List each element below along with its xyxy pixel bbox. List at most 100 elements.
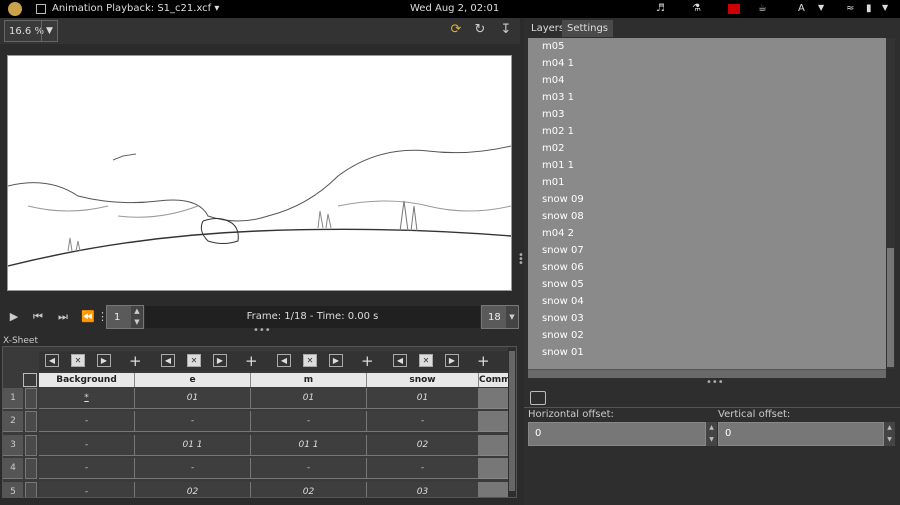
row-selector[interactable]: [25, 482, 37, 497]
xsheet-cell[interactable]: -: [367, 411, 479, 432]
xsheet-menu-icon[interactable]: [23, 373, 37, 387]
add-column-icon[interactable]: +: [245, 351, 258, 371]
list-item[interactable]: snow 05: [528, 276, 886, 293]
horizontal-offset-input[interactable]: 0: [528, 422, 706, 446]
list-item[interactable]: m03: [528, 106, 886, 123]
current-frame-spinner[interactable]: 1 ▲ ▼: [106, 305, 144, 329]
next-layer-icon[interactable]: ▶: [445, 354, 459, 367]
comment-cell[interactable]: [479, 411, 509, 432]
chevron-down-icon[interactable]: ▼: [506, 306, 518, 328]
next-layer-icon[interactable]: ▶: [213, 354, 227, 367]
xsheet-cell[interactable]: 02: [251, 482, 367, 497]
row-number[interactable]: 1: [3, 388, 23, 409]
preview-canvas[interactable]: [7, 55, 512, 291]
list-item[interactable]: snow 08: [528, 208, 886, 225]
list-item[interactable]: m02: [528, 140, 886, 157]
xsheet-cell[interactable]: 01: [367, 388, 479, 409]
vertical-offset-stepper[interactable]: ▲ ▼: [884, 422, 895, 446]
row-number[interactable]: 4: [3, 458, 23, 479]
clear-column-icon[interactable]: ✕: [419, 354, 433, 367]
xsheet-cell[interactable]: -: [39, 458, 135, 479]
wifi-icon[interactable]: ≈: [846, 3, 854, 14]
column-header-e[interactable]: e: [135, 373, 251, 387]
list-item[interactable]: m04 1: [528, 55, 886, 72]
clear-column-icon[interactable]: ✕: [71, 354, 85, 367]
comment-cell[interactable]: [479, 458, 509, 479]
list-item[interactable]: snow 01: [528, 344, 886, 361]
row-number[interactable]: 2: [3, 411, 23, 432]
xsheet-cell[interactable]: *: [39, 388, 135, 409]
prev-layer-icon[interactable]: ◀: [277, 354, 291, 367]
clear-column-icon[interactable]: ✕: [303, 354, 317, 367]
splitter-handle-icon[interactable]: •••: [253, 326, 271, 336]
xsheet-cell[interactable]: -: [39, 411, 135, 432]
network-status-icon[interactable]: ⚗: [692, 3, 701, 14]
xsheet-cell[interactable]: -: [39, 435, 135, 456]
xsheet-cell[interactable]: -: [135, 458, 251, 479]
list-item[interactable]: m02 1: [528, 123, 886, 140]
scrollbar-thumb[interactable]: [509, 351, 515, 491]
row-selector[interactable]: [25, 388, 37, 409]
xsheet-cell[interactable]: -: [39, 482, 135, 497]
row-number[interactable]: 3: [3, 435, 23, 456]
skip-to-start-icon[interactable]: ⏮: [29, 309, 47, 325]
row-selector[interactable]: [25, 411, 37, 432]
xsheet-cell[interactable]: 01 1: [135, 435, 251, 456]
rewind-icon[interactable]: ⏪: [79, 309, 97, 325]
row-selector[interactable]: [25, 435, 37, 456]
list-item[interactable]: m04: [528, 72, 886, 89]
reload-icon[interactable]: ↻: [472, 22, 488, 38]
activities-logo-icon[interactable]: [8, 2, 22, 16]
row-selector[interactable]: [25, 458, 37, 479]
xsheet-cell[interactable]: -: [135, 411, 251, 432]
app-menu-icon[interactable]: [36, 4, 46, 14]
vertical-offset-input[interactable]: 0: [718, 422, 884, 446]
column-header-m[interactable]: m: [251, 373, 367, 387]
alert-icon[interactable]: [728, 4, 740, 14]
zoom-combo[interactable]: 16.6 % ▼: [4, 20, 58, 42]
prev-layer-icon[interactable]: ◀: [161, 354, 175, 367]
add-column-icon[interactable]: +: [361, 351, 374, 371]
list-item[interactable]: m01 1: [528, 157, 886, 174]
end-frame-value[interactable]: 18: [488, 312, 501, 323]
add-column-icon[interactable]: +: [129, 351, 142, 371]
horizontal-offset-stepper[interactable]: ▲ ▼: [706, 422, 717, 446]
xsheet-cell[interactable]: 01: [135, 388, 251, 409]
export-icon[interactable]: ↧: [498, 22, 514, 38]
more-options-icon[interactable]: ⋮: [97, 309, 108, 325]
keyboard-layout[interactable]: A: [798, 3, 805, 14]
list-item[interactable]: m04 2: [528, 225, 886, 242]
battery-icon[interactable]: ▮: [866, 3, 872, 14]
xsheet-cell[interactable]: 01: [251, 388, 367, 409]
coffee-icon[interactable]: ☕: [758, 3, 767, 14]
list-item[interactable]: snow 07: [528, 242, 886, 259]
next-layer-icon[interactable]: ▶: [97, 354, 111, 367]
app-menu-title[interactable]: Animation Playback: S1_c21.xcf ▾: [52, 3, 219, 14]
list-item[interactable]: m05: [528, 38, 886, 55]
end-frame-spinner[interactable]: 18 ▼: [481, 305, 519, 329]
comment-cell[interactable]: [479, 388, 509, 409]
system-menu-chevron-icon[interactable]: ▼: [882, 3, 888, 12]
volume-icon[interactable]: ♬: [656, 3, 665, 14]
xsheet-cell[interactable]: -: [251, 411, 367, 432]
xsheet-cell[interactable]: 02: [367, 435, 479, 456]
list-item[interactable]: m01: [528, 174, 886, 191]
comment-cell[interactable]: [479, 435, 509, 456]
layer-attributes-icon[interactable]: [530, 391, 546, 405]
xsheet-cell[interactable]: 01 1: [251, 435, 367, 456]
chevron-down-icon[interactable]: ▼: [41, 21, 57, 41]
column-header-snow[interactable]: snow: [367, 373, 479, 387]
comment-cell[interactable]: [479, 482, 509, 497]
xsheet-cell[interactable]: 03: [367, 482, 479, 497]
list-item[interactable]: snow 06: [528, 259, 886, 276]
skip-to-end-icon[interactable]: ⏭: [54, 309, 72, 325]
clock[interactable]: Wed Aug 2, 02:01: [410, 3, 499, 14]
list-item[interactable]: snow 04: [528, 293, 886, 310]
layers-scrollbar[interactable]: [886, 38, 895, 369]
refresh-icon[interactable]: ⟳: [448, 22, 464, 38]
tab-settings[interactable]: Settings: [562, 20, 614, 37]
spinner-arrows-icon[interactable]: ▲ ▼: [131, 306, 143, 328]
xsheet-cell[interactable]: 02: [135, 482, 251, 497]
zoom-value[interactable]: 16.6 %: [9, 26, 44, 37]
xsheet-cell[interactable]: -: [251, 458, 367, 479]
